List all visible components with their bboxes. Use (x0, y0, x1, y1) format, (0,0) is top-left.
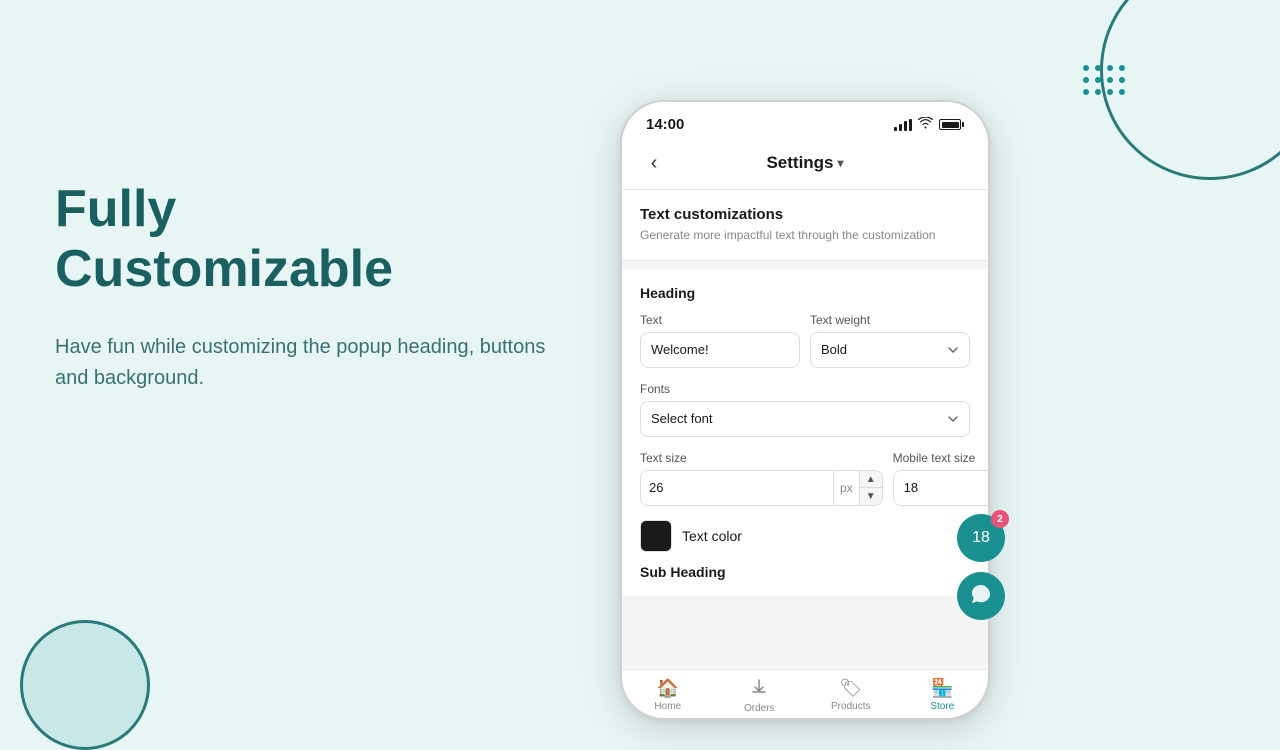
fonts-label: Fonts (640, 382, 970, 396)
wifi-icon (918, 117, 933, 132)
home-label: Home (654, 701, 681, 712)
text-size-label: Text size (640, 451, 883, 465)
color-label: Text color (682, 528, 742, 544)
text-label: Text (640, 313, 800, 327)
deco-circle-top-right (1100, 0, 1280, 180)
orders-label: Orders (744, 703, 775, 714)
fab-badge: 2 (991, 510, 1009, 528)
products-icon: 🏷 (839, 678, 862, 699)
nav-item-products[interactable]: 🏷 Products (805, 678, 897, 714)
sub-text: Have fun while customizing the popup hea… (55, 332, 575, 394)
sub-heading-label: Sub Heading (640, 564, 970, 580)
bottom-nav: 🏠 Home Orders 🏷 Products 🏪 Store (622, 669, 988, 718)
font-select[interactable]: Select font (640, 401, 970, 437)
fab-number-icon: 18 (972, 529, 990, 547)
section-header: Text customizations Generate more impact… (622, 190, 988, 261)
mobile-size-wrap (893, 470, 988, 506)
deco-dots (1083, 65, 1125, 95)
stepper-down-button[interactable]: ▼ (860, 488, 882, 505)
nav-item-home[interactable]: 🏠 Home (622, 678, 714, 714)
fab-chat-button[interactable] (957, 572, 1005, 620)
back-arrow-icon: ‹ (651, 152, 658, 175)
signal-bars-icon (894, 119, 912, 131)
fonts-section: Fonts Select font (640, 382, 970, 437)
color-row: Text color (640, 520, 970, 552)
mobile-size-label: Mobile text size (893, 451, 988, 465)
left-content: Fully Customizable Have fun while custom… (55, 180, 575, 394)
main-heading: Fully Customizable (55, 180, 575, 300)
home-icon: 🏠 (657, 678, 679, 699)
phone-content: Text customizations Generate more impact… (622, 190, 988, 669)
orders-icon (750, 678, 768, 701)
battery-icon (939, 119, 964, 130)
phone-outer: 14:00 (620, 100, 990, 720)
text-size-field: Text size px ▲ ▼ (640, 451, 883, 506)
mobile-size-input[interactable] (894, 471, 988, 505)
heading-group-label: Heading (640, 285, 970, 301)
size-unit: px (833, 471, 859, 505)
section-title: Text customizations (640, 206, 970, 223)
size-row: Text size px ▲ ▼ Mobile text size (640, 451, 970, 506)
section-desc: Generate more impactful text through the… (640, 227, 970, 244)
store-label: Store (930, 701, 954, 712)
mobile-size-field: Mobile text size (893, 451, 988, 506)
fab-notification-button[interactable]: 2 18 (957, 514, 1005, 562)
status-time: 14:00 (646, 116, 684, 133)
weight-field-col: Text weight Bold (810, 313, 970, 368)
size-stepper: ▲ ▼ (859, 471, 882, 505)
status-icons (894, 117, 964, 132)
nav-item-orders[interactable]: Orders (714, 678, 806, 714)
chat-icon (970, 583, 992, 610)
nav-bar: ‹ Settings ▾ (622, 139, 988, 190)
form-content: Heading Text Text weight Bold F (622, 269, 988, 596)
sub-heading-area: Sub Heading (640, 564, 970, 580)
weight-select[interactable]: Bold (810, 332, 970, 368)
size-input-wrap: px ▲ ▼ (640, 470, 883, 506)
deco-circle-bottom-left (20, 620, 150, 750)
nav-item-store[interactable]: 🏪 Store (897, 678, 989, 714)
products-label: Products (831, 701, 870, 712)
nav-title: Settings ▾ (670, 153, 940, 173)
color-swatch[interactable] (640, 520, 672, 552)
back-button[interactable]: ‹ (638, 147, 670, 179)
fab-container: 2 18 (957, 514, 1005, 620)
weight-label: Text weight (810, 313, 970, 327)
store-icon: 🏪 (931, 678, 953, 699)
phone-container: 14:00 (620, 100, 990, 720)
text-size-input[interactable] (641, 471, 833, 505)
status-bar: 14:00 (622, 102, 988, 139)
text-weight-row: Text Text weight Bold (640, 313, 970, 368)
text-input[interactable] (640, 332, 800, 368)
text-field-col: Text (640, 313, 800, 368)
stepper-up-button[interactable]: ▲ (860, 471, 882, 489)
nav-dropdown-icon[interactable]: ▾ (838, 156, 844, 170)
